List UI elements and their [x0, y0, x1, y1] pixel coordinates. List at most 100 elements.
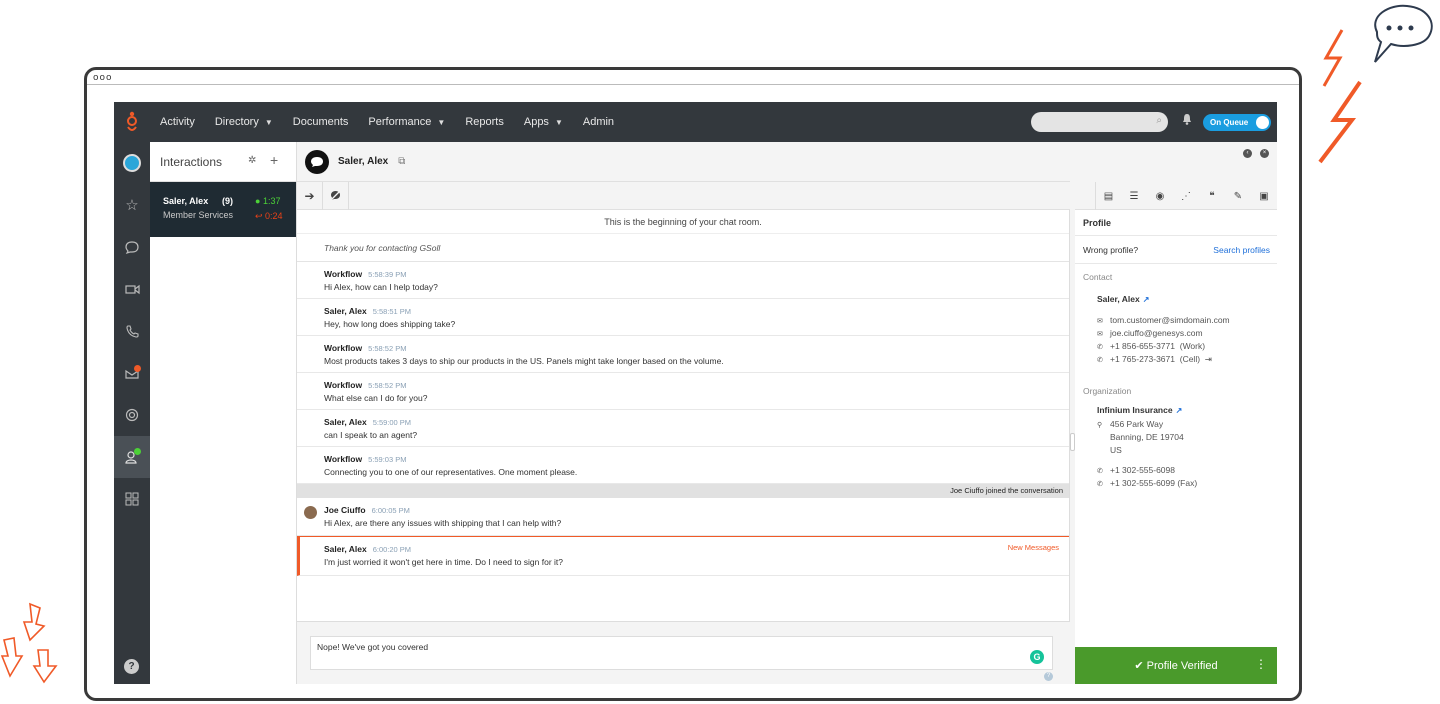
help-icon[interactable]: ?: [124, 659, 139, 674]
profile-panel-header: ‹ ×: [1075, 142, 1277, 182]
profile-panel: ‹ × ▤ ☰ ◉ ⋰ ❝ ✎ ▣ Profile Wrong profile?…: [1075, 142, 1277, 684]
apps-grid-icon[interactable]: [114, 478, 150, 520]
phone-icon[interactable]: [114, 310, 150, 352]
address-row: ⚲ 456 Park Way: [1075, 415, 1277, 429]
transfer-arrow-icon[interactable]: ➔: [297, 181, 323, 210]
inbox-icon[interactable]: [114, 352, 150, 394]
message-text: What else can I do for you?: [324, 393, 428, 403]
sender-name: Workflow: [324, 380, 363, 390]
message-time: 5:58:51 PM: [372, 307, 412, 316]
org-fax-value: +1 302-555-6099 (Fax): [1110, 478, 1198, 488]
message-time: 5:58:52 PM: [368, 381, 407, 390]
nav-label: Reports: [465, 116, 504, 128]
caret-down-icon: ▼: [554, 117, 563, 127]
clipboard-icon[interactable]: ▣: [1251, 182, 1277, 210]
contact-section-label: Contact: [1083, 272, 1113, 282]
message-item: Workflow 5:59:03 PM Connecting you to one…: [297, 447, 1069, 484]
address-line: Banning, DE 19704: [1110, 432, 1184, 442]
wait-timer-value: 0:24: [265, 211, 283, 221]
address-line: 456 Park Way: [1110, 419, 1164, 429]
nav-performance[interactable]: Performance ▼: [358, 102, 455, 142]
nav-apps[interactable]: Apps ▼: [514, 102, 573, 142]
user-avatar[interactable]: [114, 142, 150, 184]
email-icon: ✉: [1097, 331, 1103, 338]
message-input-value: Nope! We've got you covered: [317, 642, 429, 652]
journey-icon[interactable]: ⋰: [1173, 182, 1199, 210]
add-interaction-button[interactable]: +: [270, 152, 278, 168]
external-link-icon: ↗: [1142, 295, 1150, 304]
nav-documents[interactable]: Documents: [283, 102, 359, 142]
sender-name: Saler, Alex: [324, 306, 367, 316]
nav-reports[interactable]: Reports: [455, 102, 514, 142]
message-item: Workflow 5:58:52 PM What else can I do fo…: [297, 373, 1069, 410]
close-panel-icon[interactable]: ×: [1260, 149, 1269, 158]
phone-icon: ✆: [1097, 357, 1103, 364]
contact-list-icon[interactable]: ☰: [1121, 182, 1147, 210]
chat-bubble-icon[interactable]: [114, 226, 150, 268]
copy-icon[interactable]: ⧉: [398, 156, 405, 167]
message-time: 6:00:05 PM: [371, 506, 410, 515]
org-phone-value[interactable]: +1 302-555-6098: [1110, 465, 1175, 475]
agent-status-icon[interactable]: [114, 436, 150, 478]
favorites-star-icon[interactable]: ☆: [114, 184, 150, 226]
on-queue-toggle[interactable]: On Queue: [1203, 114, 1271, 131]
genesys-logo-icon[interactable]: [114, 102, 150, 142]
profile-toolbar: ▤ ☰ ◉ ⋰ ❝ ✎ ▣: [1075, 182, 1277, 210]
quote-icon[interactable]: ❝: [1199, 182, 1225, 210]
video-icon[interactable]: [114, 268, 150, 310]
interactions-title: Interactions: [160, 154, 223, 169]
search-profiles-link[interactable]: Search profiles: [1213, 245, 1270, 255]
compose-area: Nope! We've got you covered G ?: [297, 621, 1070, 684]
contact-name[interactable]: Saler, Alex ↗: [1075, 282, 1277, 304]
organization-name[interactable]: Infinium Insurance ↗: [1075, 396, 1277, 415]
grammarly-icon[interactable]: G: [1030, 650, 1044, 664]
message-text: I'm just worried it won't get here in ti…: [324, 557, 563, 567]
message-text: Hi Alex, how can I help today?: [324, 282, 438, 292]
wrong-profile-row: Wrong profile? Search profiles: [1075, 236, 1277, 264]
message-sender: Saler, Alex 6:00:20 PM: [324, 544, 1069, 554]
sms-icon[interactable]: ⇥: [1205, 354, 1212, 364]
message-time: 5:59:00 PM: [372, 418, 412, 427]
message-sender: Workflow 5:58:39 PM: [324, 269, 1069, 279]
help-small-icon[interactable]: ?: [1044, 672, 1053, 681]
back-icon[interactable]: ‹: [1243, 149, 1252, 158]
sender-name: Workflow: [324, 343, 363, 353]
lifebuoy-icon[interactable]: [114, 394, 150, 436]
edit-icon[interactable]: ✎: [1225, 182, 1251, 210]
interaction-card[interactable]: Saler, Alex (9) Member Services ● 1:37 ↩…: [150, 182, 296, 237]
mute-notifications-icon[interactable]: [323, 181, 349, 210]
nav-label: Performance: [368, 116, 432, 128]
left-sidebar: ☆ ?: [114, 142, 150, 684]
phone-row: ✆ +1 856-655-3771 (Work): [1075, 338, 1277, 351]
chat-start-notice: This is the beginning of your chat room.: [297, 210, 1069, 234]
nav-activity[interactable]: Activity: [150, 102, 205, 142]
nav-admin[interactable]: Admin: [573, 102, 624, 142]
profile-title: Profile: [1075, 210, 1277, 236]
phone-value[interactable]: +1 765-273-3671: [1110, 354, 1175, 364]
settings-gear-icon[interactable]: ✲: [248, 155, 256, 166]
more-options-icon[interactable]: ⋮: [1255, 657, 1267, 671]
nav-directory[interactable]: Directory ▼: [205, 102, 283, 142]
phone-value[interactable]: +1 856-655-3771: [1110, 341, 1175, 351]
message-sender: Workflow 5:59:03 PM: [324, 454, 1069, 464]
search-input[interactable]: ⌕: [1031, 112, 1168, 132]
profile-verified-button[interactable]: ✔ Profile Verified ⋮: [1075, 647, 1277, 684]
notification-bell-icon[interactable]: [1180, 113, 1194, 129]
contact-name-text: Saler, Alex: [1097, 294, 1140, 304]
email-value[interactable]: joe.ciuffo@genesys.com: [1110, 328, 1203, 338]
welcome-message: Thank you for contacting GSoll: [297, 234, 1069, 262]
agent-avatar: [304, 506, 317, 519]
message-input[interactable]: Nope! We've got you covered G: [310, 636, 1053, 670]
wrong-profile-label: Wrong profile?: [1083, 244, 1139, 255]
status-dot: [134, 448, 141, 455]
email-value[interactable]: tom.customer@simdomain.com: [1110, 315, 1230, 325]
sender-name: Saler, Alex: [324, 417, 367, 427]
chat-header: Saler, Alex ⧉: [297, 142, 1070, 182]
organization-section-label: Organization: [1083, 386, 1132, 396]
message-sender: Workflow 5:58:52 PM: [324, 343, 1069, 353]
script-icon[interactable]: ▤: [1095, 182, 1121, 210]
avatar-circle: [123, 154, 141, 172]
profile-circle-icon[interactable]: ◉: [1147, 182, 1173, 210]
message-time: 5:58:52 PM: [368, 344, 407, 353]
top-nav-bar: Activity Directory ▼ Documents Performanc…: [114, 102, 1277, 142]
